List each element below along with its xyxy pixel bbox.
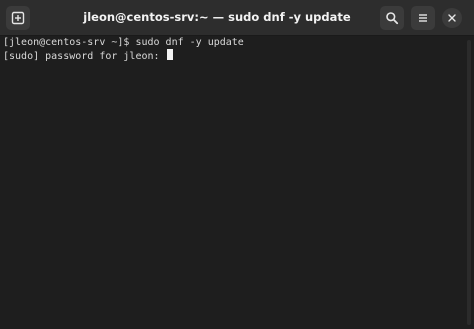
title-bar: jleon@centos-srv:~ — sudo dnf -y update bbox=[0, 0, 474, 36]
terminal-scrollbar[interactable] bbox=[467, 40, 471, 325]
menu-button[interactable] bbox=[411, 6, 435, 30]
search-icon bbox=[385, 11, 399, 25]
window-title: jleon@centos-srv:~ — sudo dnf -y update bbox=[83, 10, 351, 24]
close-button[interactable] bbox=[442, 8, 462, 28]
hamburger-menu-icon bbox=[417, 12, 429, 24]
close-icon bbox=[447, 13, 457, 23]
password-prompt-text: [sudo] password for jleon: bbox=[3, 51, 166, 62]
new-tab-button[interactable] bbox=[6, 6, 30, 30]
terminal-window: jleon@centos-srv:~ — sudo dnf -y update bbox=[0, 0, 474, 329]
search-button[interactable] bbox=[380, 6, 404, 30]
new-tab-icon bbox=[11, 11, 25, 25]
terminal-line-command: [jleon@centos-srv ~]$ sudo dnf -y update bbox=[3, 37, 244, 48]
text-cursor bbox=[166, 49, 173, 60]
terminal-content[interactable] bbox=[0, 36, 474, 329]
terminal-line-prompt: [sudo] password for jleon: bbox=[3, 49, 173, 63]
